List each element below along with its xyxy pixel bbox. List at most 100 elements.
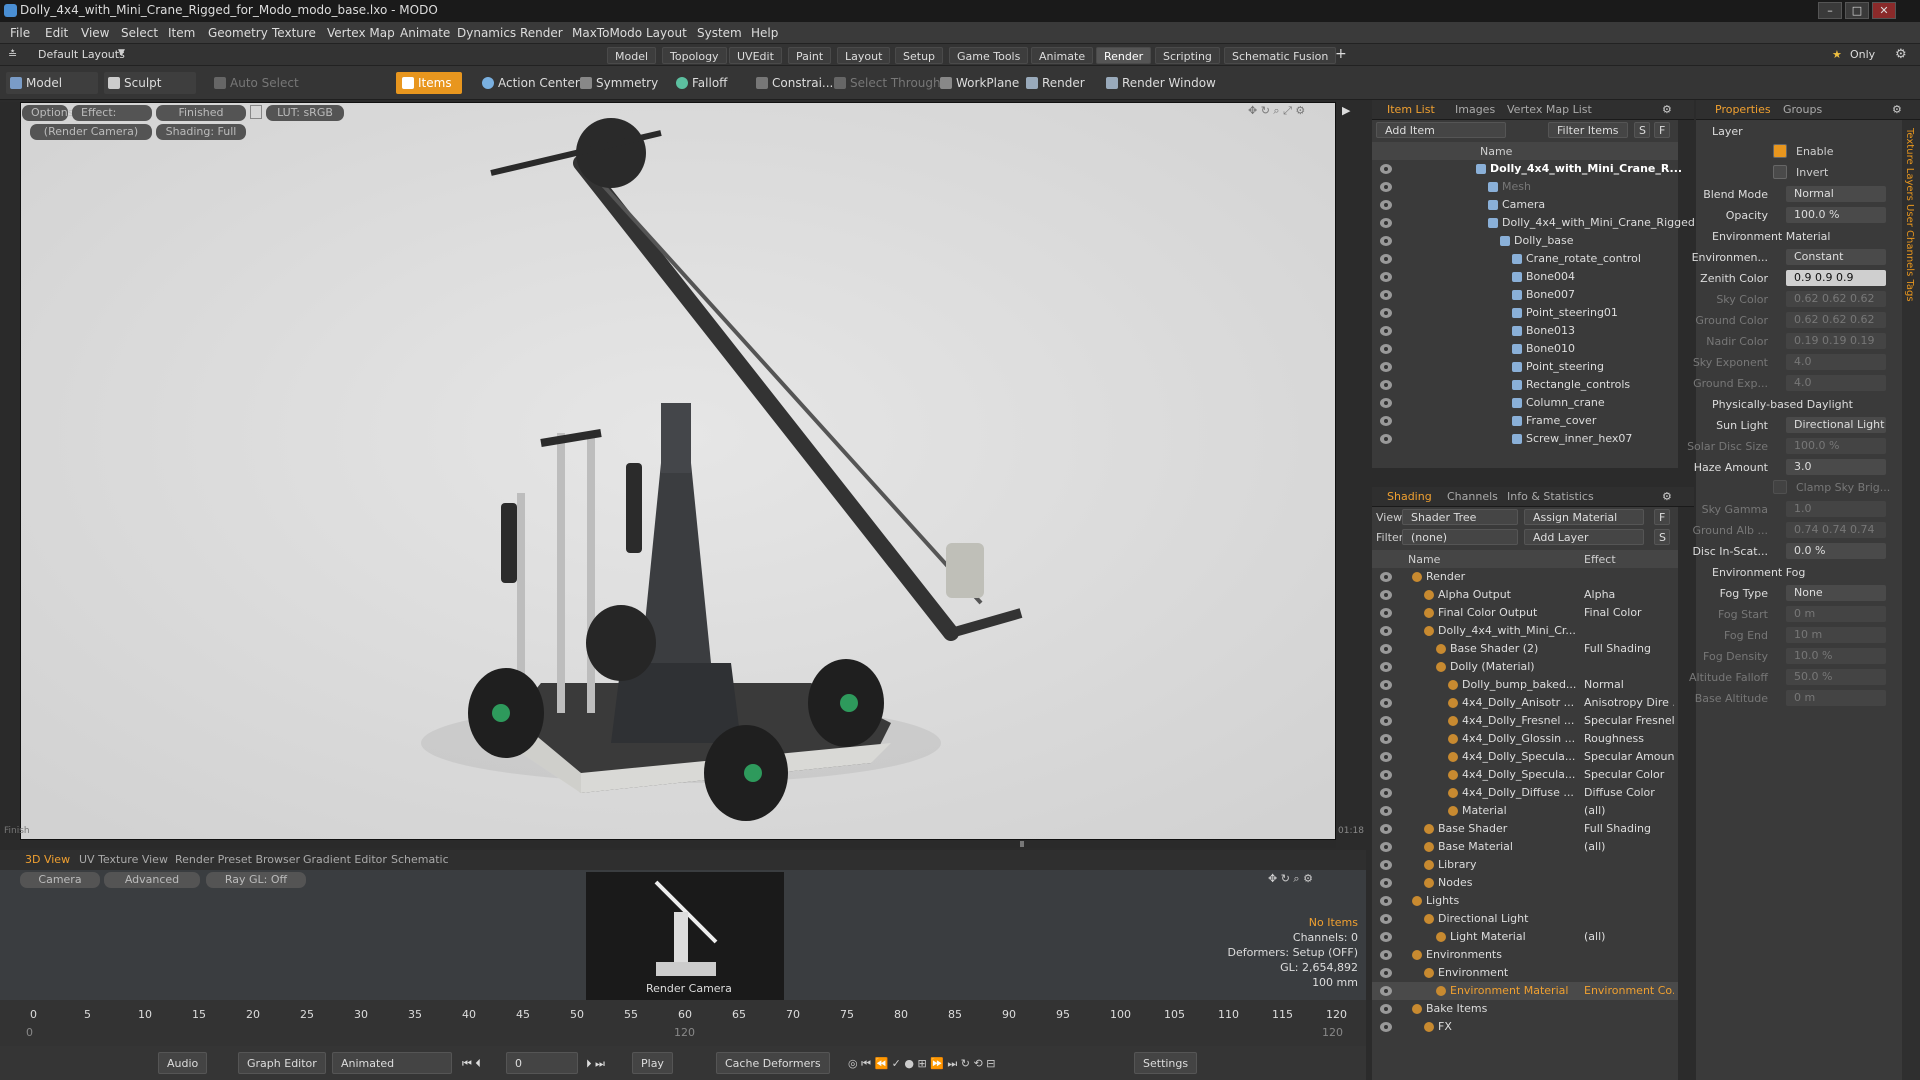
sculpt-mode-button[interactable]: Sculpt — [104, 72, 196, 94]
visibility-eye-icon[interactable] — [1380, 896, 1392, 906]
filter-items-input[interactable]: Filter Items — [1548, 122, 1628, 138]
visibility-eye-icon[interactable] — [1380, 752, 1392, 762]
select-through-button[interactable]: Select Through — [830, 72, 941, 94]
menu-layout[interactable]: Layout — [646, 26, 687, 40]
raygl-button[interactable]: Ray GL: Off — [206, 872, 306, 888]
menu-file[interactable]: File — [10, 26, 30, 40]
shading-s-button[interactable]: S — [1654, 529, 1670, 545]
base-altitude-field[interactable]: 0 m — [1786, 690, 1886, 706]
render-viewport[interactable] — [20, 102, 1336, 840]
visibility-eye-icon[interactable] — [1380, 182, 1392, 192]
visibility-eye-icon[interactable] — [1380, 644, 1392, 654]
item-list-row[interactable]: Dolly_base — [1372, 232, 1678, 250]
tab-shading[interactable]: Shading — [1382, 490, 1437, 503]
tab-setup[interactable]: Setup — [895, 47, 944, 64]
play-button[interactable]: Play — [632, 1052, 673, 1074]
ground-color-field[interactable]: 0.62 0.62 0.62 — [1786, 312, 1886, 328]
visibility-eye-icon[interactable] — [1380, 200, 1392, 210]
visibility-eye-icon[interactable] — [1380, 806, 1392, 816]
shader-tree-row[interactable]: Dolly_bump_baked... Normal — [1372, 676, 1678, 694]
properties-gear-icon[interactable]: ⚙ — [1892, 103, 1902, 116]
shader-tree-row[interactable]: 4x4_Dolly_Glossin ... Roughness — [1372, 730, 1678, 748]
item-list-row[interactable]: Crane_rotate_control — [1372, 250, 1678, 268]
environment-material-section[interactable]: Environment Material — [1712, 230, 1830, 243]
shader-tree-row[interactable]: Base Shader (2) Full Shading — [1372, 640, 1678, 658]
layer-effect[interactable]: Final Color — [1584, 604, 1674, 622]
shader-tree-row[interactable]: FX — [1372, 1018, 1678, 1036]
shading-name-column[interactable]: Name — [1408, 553, 1440, 566]
shading-effect-column[interactable]: Effect — [1584, 553, 1616, 566]
visibility-eye-icon[interactable] — [1380, 914, 1392, 924]
shading-dropdown[interactable]: Shading: Full — [156, 124, 246, 140]
item-list-row[interactable]: Bone007 — [1372, 286, 1678, 304]
shader-tree-row[interactable]: Environments — [1372, 946, 1678, 964]
daylight-section[interactable]: Physically-based Daylight — [1712, 398, 1853, 411]
menu-dynamics[interactable]: Dynamics — [457, 26, 516, 40]
visibility-eye-icon[interactable] — [1380, 824, 1392, 834]
tab-schematic[interactable]: Schematic — [386, 853, 454, 866]
visibility-eye-icon[interactable] — [1380, 344, 1392, 354]
lut-dropdown[interactable]: LUT: sRGB — [266, 105, 344, 121]
sky-color-field[interactable]: 0.62 0.62 0.62 — [1786, 291, 1886, 307]
item-list-row[interactable]: Rectangle_controls — [1372, 376, 1678, 394]
menu-help[interactable]: Help — [751, 26, 778, 40]
tab-paint[interactable]: Paint — [788, 47, 832, 64]
visibility-eye-icon[interactable] — [1380, 416, 1392, 426]
layer-effect[interactable]: Normal — [1584, 676, 1674, 694]
filter-dropdown[interactable]: (none) — [1402, 529, 1518, 545]
tab-topology[interactable]: Topology — [662, 47, 727, 64]
layer-effect[interactable]: Full Shading — [1584, 820, 1674, 838]
tab-animate[interactable]: Animate — [1031, 47, 1094, 64]
layer-effect[interactable]: Roughness — [1584, 730, 1674, 748]
shader-tree-row[interactable]: Dolly (Material) — [1372, 658, 1678, 676]
solar-disc-field[interactable]: 100.0 % — [1786, 438, 1886, 454]
tab-gradient-editor[interactable]: Gradient Editor — [298, 853, 392, 866]
clamp-sky-checkbox[interactable] — [1773, 480, 1787, 494]
viewport-nav-icons[interactable]: ✥ ↻ ⌕ ⤢ ⚙ — [1248, 104, 1305, 118]
item-list-row[interactable]: Bone004 — [1372, 268, 1678, 286]
visibility-eye-icon[interactable] — [1380, 608, 1392, 618]
shader-tree-row[interactable]: Final Color Output Final Color — [1372, 604, 1678, 622]
visibility-eye-icon[interactable] — [1380, 788, 1392, 798]
settings-button[interactable]: Settings — [1134, 1052, 1198, 1074]
menu-select[interactable]: Select — [121, 26, 158, 40]
layer-effect[interactable]: Alpha — [1584, 586, 1674, 604]
fog-start-field[interactable]: 0 m — [1786, 606, 1886, 622]
visibility-eye-icon[interactable] — [1380, 860, 1392, 870]
side-tab-labels[interactable]: Texture Layers User Channels Tags — [1904, 128, 1915, 302]
animated-dropdown[interactable]: Animated — [332, 1052, 452, 1074]
haze-amount-field[interactable]: 3.0 — [1786, 459, 1886, 475]
item-list-row[interactable]: Dolly_4x4_with_Mini_Crane_Rigged — [1372, 214, 1695, 232]
shader-tree-row[interactable]: Nodes — [1372, 874, 1678, 892]
viewport-options-button[interactable]: Options — [22, 105, 73, 121]
visibility-eye-icon[interactable] — [1380, 290, 1392, 300]
layer-section[interactable]: Layer — [1712, 125, 1743, 138]
viewport-expand-arrow-icon[interactable]: ▶ — [1342, 104, 1350, 117]
shader-tree-row[interactable]: 4x4_Dolly_Fresnel ... Specular Fresnel — [1372, 712, 1678, 730]
tab-render-preset-browser[interactable]: Render Preset Browser — [170, 853, 305, 866]
tab-info-statistics[interactable]: Info & Statistics — [1502, 490, 1599, 503]
effect-dropdown[interactable]: Effect: (Shadi... — [72, 105, 152, 135]
shader-tree-row[interactable]: Bake Items — [1372, 1000, 1678, 1018]
visibility-eye-icon[interactable] — [1380, 734, 1392, 744]
falloff-button[interactable]: Falloff — [672, 72, 727, 94]
item-list-row[interactable]: Screw_inner_hex07 — [1372, 430, 1678, 448]
camera-dropdown[interactable]: (Render Camera) — [30, 124, 152, 140]
tab-uv-texture-view[interactable]: UV Texture View — [74, 853, 173, 866]
zenith-color-field[interactable]: 0.9 0.9 0.9 — [1786, 270, 1886, 286]
assign-material-button[interactable]: Assign Material — [1524, 509, 1644, 525]
layer-effect[interactable]: Specular Color — [1584, 766, 1674, 784]
visibility-eye-icon[interactable] — [1380, 842, 1392, 852]
item-list-row[interactable]: Bone013 — [1372, 322, 1678, 340]
item-list-row[interactable]: Point_steering — [1372, 358, 1678, 376]
item-list-row[interactable]: Point_steering01 — [1372, 304, 1678, 322]
ground-albedo-field[interactable]: 0.74 0.74 0.74 — [1786, 522, 1886, 538]
item-list-row[interactable]: Column_crane — [1372, 394, 1678, 412]
tab-uvedit[interactable]: UVEdit — [729, 47, 782, 64]
layout-menu-icon[interactable]: ≛ — [8, 48, 17, 61]
invert-checkbox[interactable] — [1773, 165, 1787, 179]
ground-exponent-field[interactable]: 4.0 — [1786, 375, 1886, 391]
item-list-row[interactable]: Frame_cover — [1372, 412, 1678, 430]
shader-tree-row[interactable]: Lights — [1372, 892, 1678, 910]
tab-layout[interactable]: Layout — [837, 47, 891, 64]
